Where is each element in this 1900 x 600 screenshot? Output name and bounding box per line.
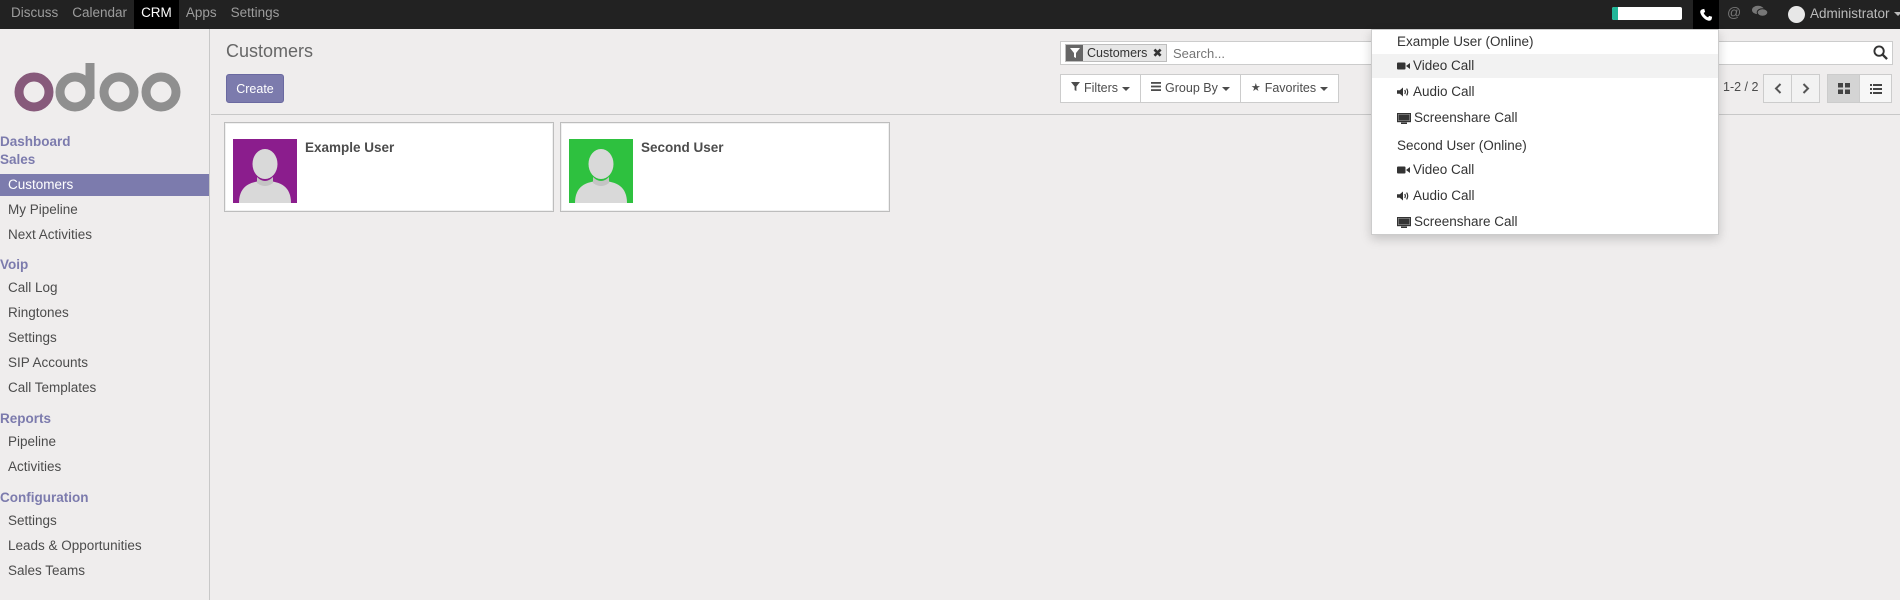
breadcrumb: Customers — [226, 41, 314, 61]
sidebar-item-call-templates[interactable]: Call Templates — [0, 377, 209, 399]
list-view-button[interactable] — [1859, 74, 1892, 103]
app-menu: Discuss Calendar CRM Apps Settings — [4, 0, 286, 29]
bars-icon — [1151, 75, 1162, 102]
audio-call-item[interactable]: Audio Call — [1372, 184, 1718, 208]
menu-section-sales[interactable]: Sales — [0, 152, 35, 167]
kanban-view-button[interactable] — [1827, 74, 1860, 103]
user-menu[interactable]: Administrator — [1788, 4, 1900, 23]
menu-item-label: Screenshare Call — [1414, 110, 1518, 125]
favorites-label: Favorites — [1264, 81, 1317, 95]
screenshare-call-item[interactable]: Screenshare Call — [1372, 106, 1718, 130]
progress-bar — [1612, 7, 1682, 20]
volume-icon — [1397, 87, 1409, 97]
video-camera-icon — [1397, 166, 1410, 174]
sidebar-item-leads-opportunities[interactable]: Leads & Opportunities — [0, 535, 209, 557]
nav-calendar[interactable]: Calendar — [65, 0, 134, 29]
video-camera-icon — [1397, 62, 1410, 70]
search-options: Filters Group By ★ Favorites — [1060, 74, 1340, 103]
sidebar-item-customers[interactable]: Customers — [0, 174, 209, 196]
favorites-button[interactable]: ★ Favorites — [1241, 75, 1338, 102]
avatar — [569, 139, 633, 203]
sidebar-item-activities[interactable]: Activities — [0, 456, 209, 478]
chevron-down-icon — [1122, 86, 1131, 91]
group-by-label: Group By — [1165, 81, 1218, 95]
menu-item-label: Screenshare Call — [1414, 214, 1518, 229]
menu-section-voip[interactable]: Voip — [0, 257, 28, 272]
nav-apps[interactable]: Apps — [179, 0, 224, 29]
sidebar-item-next-activities[interactable]: Next Activities — [0, 224, 209, 246]
star-icon: ★ — [1250, 82, 1261, 94]
menu-section-reports[interactable]: Reports — [0, 411, 51, 426]
chevron-right-icon — [1802, 83, 1809, 94]
chevron-left-icon — [1774, 83, 1781, 94]
menu-item-label: Audio Call — [1413, 188, 1475, 203]
filters-button[interactable]: Filters — [1061, 75, 1142, 102]
desktop-icon — [1397, 112, 1411, 124]
nav-discuss[interactable]: Discuss — [4, 0, 65, 29]
chevron-down-icon — [1893, 11, 1900, 16]
phone-icon — [1700, 8, 1713, 21]
list-icon — [1869, 83, 1882, 94]
sidebar: Dashboard Sales Customers My Pipeline Ne… — [0, 29, 210, 600]
menu-section-dashboard[interactable]: Dashboard — [0, 134, 71, 149]
menu-item-label: Video Call — [1413, 58, 1475, 73]
chevron-down-icon — [1221, 86, 1230, 91]
sidebar-item-call-log[interactable]: Call Log — [0, 277, 209, 299]
sidebar-item-voip-settings[interactable]: Settings — [0, 327, 209, 349]
sidebar-item-config-settings[interactable]: Settings — [0, 510, 209, 532]
pager-value[interactable]: 1-2 / 2 — [1723, 80, 1758, 94]
close-icon[interactable]: ✖ — [1152, 46, 1162, 60]
user-name: Administrator — [1810, 6, 1890, 21]
filter-icon — [1066, 45, 1083, 61]
grid-icon — [1837, 83, 1850, 94]
avatar — [233, 139, 297, 203]
menu-section-configuration[interactable]: Configuration — [0, 490, 88, 505]
search-input[interactable] — [1171, 44, 1371, 62]
nav-crm[interactable]: CRM — [134, 0, 179, 29]
sidebar-item-sales-teams[interactable]: Sales Teams — [0, 560, 209, 582]
menu-item-label: Video Call — [1413, 162, 1475, 177]
chevron-down-icon — [1320, 86, 1329, 91]
desktop-icon — [1397, 216, 1411, 228]
top-navbar: Discuss Calendar CRM Apps Settings @ Adm… — [0, 0, 1900, 29]
screenshare-call-item[interactable]: Screenshare Call — [1372, 210, 1718, 234]
phone-button[interactable] — [1693, 0, 1719, 29]
facet-label: Customers — [1087, 46, 1148, 60]
nav-settings[interactable]: Settings — [224, 0, 287, 29]
create-button[interactable]: Create — [226, 74, 284, 103]
group-by-button[interactable]: Group By — [1141, 75, 1241, 102]
filter-icon — [1071, 75, 1080, 102]
video-call-item[interactable]: Video Call — [1372, 158, 1718, 182]
at-icon[interactable]: @ — [1727, 4, 1741, 20]
card-name: Example User — [305, 140, 395, 155]
filters-label: Filters — [1084, 81, 1119, 95]
menu-item-label: Audio Call — [1413, 84, 1475, 99]
avatar — [1788, 6, 1805, 23]
volume-icon — [1397, 191, 1409, 201]
sidebar-item-ringtones[interactable]: Ringtones — [0, 302, 209, 324]
search-facet: Customers ✖ — [1065, 44, 1167, 62]
audio-call-item[interactable]: Audio Call — [1372, 80, 1718, 104]
dropdown-header: Example User (Online) — [1397, 34, 1534, 49]
card-name: Second User — [641, 140, 724, 155]
call-options-dropdown: Example User (Online) Video Call Audio C… — [1371, 29, 1719, 235]
sidebar-item-pipeline[interactable]: Pipeline — [0, 431, 209, 453]
chat-icon[interactable] — [1752, 5, 1769, 21]
kanban-card[interactable]: Second User — [560, 122, 890, 212]
odoo-logo — [14, 63, 181, 112]
search-icon[interactable] — [1873, 45, 1888, 63]
sidebar-item-my-pipeline[interactable]: My Pipeline — [0, 199, 209, 221]
kanban-card[interactable]: Example User — [224, 122, 554, 212]
pager-next-button[interactable] — [1791, 74, 1820, 103]
video-call-item[interactable]: Video Call — [1372, 54, 1718, 78]
dropdown-header: Second User (Online) — [1397, 138, 1527, 153]
progress-fill — [1612, 7, 1618, 20]
sidebar-item-sip-accounts[interactable]: SIP Accounts — [0, 352, 209, 374]
pager-previous-button[interactable] — [1763, 74, 1792, 103]
